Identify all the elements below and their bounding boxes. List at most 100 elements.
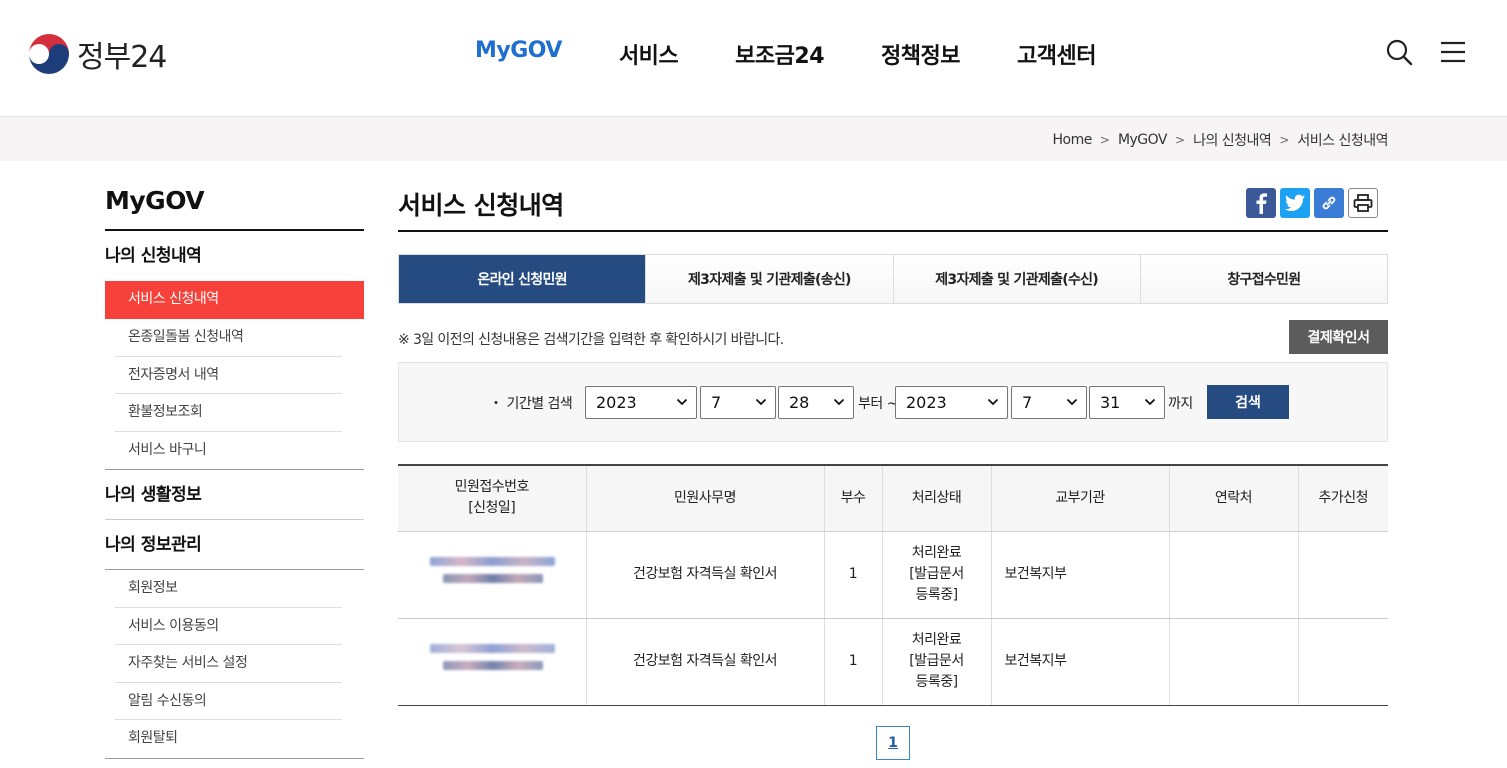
table-row: 건강보험 자격득실 확인서 1 처리완료 [발급문서 등록중] 보건복지부	[398, 618, 1388, 706]
service-name-cell[interactable]: 건강보험 자격득실 확인서	[585, 618, 824, 706]
contact-cell	[1168, 531, 1298, 619]
sidebar-title: MyGOV	[105, 186, 364, 231]
extra-application-cell	[1297, 618, 1388, 706]
breadcrumb-home[interactable]: Home	[1053, 132, 1093, 148]
main-content: 서비스 신청내역 온라인 신청민원 제3자제출 및 기관제출(송신) 제3자제출…	[398, 186, 1388, 760]
tab-online-applications[interactable]: 온라인 신청민원	[399, 255, 646, 303]
column-header-agency: 교부기관	[990, 464, 1169, 532]
from-month-select[interactable]: 7	[700, 386, 776, 419]
payment-confirmation-button[interactable]: 결제확인서	[1289, 320, 1388, 354]
sidebar-item-notification-consent[interactable]: 알림 수신동의	[105, 683, 364, 720]
to-suffix: 까지	[1168, 396, 1193, 412]
header: 정부24 MyGOV 서비스 보조금24 정책정보 고객센터	[0, 0, 1507, 116]
nav-customer-center[interactable]: 고객센터	[1017, 38, 1096, 70]
sidebar-group-life-info[interactable]: 나의 생활정보	[105, 470, 364, 520]
chevron-down-icon	[1144, 398, 1156, 406]
sidebar-item-member-info[interactable]: 회원정보	[105, 570, 364, 608]
breadcrumb-service-applications[interactable]: 서비스 신청내역	[1297, 130, 1388, 150]
from-year-select[interactable]: 2023	[585, 386, 697, 419]
sidebar-submenu-info: 회원정보 서비스 이용동의 자주찾는 서비스 설정 알림 수신동의 회원탈퇴	[105, 570, 364, 759]
chevron-down-icon	[987, 398, 999, 406]
column-header-service-name: 민원사무명	[585, 464, 824, 532]
sidebar-item-e-certificates[interactable]: 전자증명서 내역	[105, 357, 364, 394]
nav-policy-info[interactable]: 정책정보	[881, 38, 960, 70]
status-cell: 처리완료 [발급문서 등록중]	[881, 618, 991, 706]
contact-cell	[1168, 618, 1298, 706]
receipt-number-redacted	[398, 618, 586, 706]
sidebar-item-favorite-services[interactable]: 자주찾는 서비스 설정	[105, 645, 364, 683]
sidebar-submenu-applications: 서비스 신청내역 온종일돌봄 신청내역 전자증명서 내역 환불정보조회 서비스 …	[105, 281, 364, 470]
to-year-select[interactable]: 2023	[895, 386, 1008, 419]
period-notice: ※ 3일 이전의 신청내용은 검색기간을 입력한 후 확인하시기 바랍니다.	[398, 332, 784, 348]
breadcrumb-my-applications[interactable]: 나의 신청내역	[1193, 130, 1272, 150]
sidebar-item-service-consent[interactable]: 서비스 이용동의	[105, 608, 364, 645]
chevron-down-icon	[833, 398, 845, 406]
to-day-select[interactable]: 31	[1089, 386, 1165, 419]
tab-third-party-sent[interactable]: 제3자제출 및 기관제출(송신)	[645, 255, 893, 303]
sidebar-item-service-basket[interactable]: 서비스 바구니	[105, 432, 364, 470]
chevron-right-icon: >	[1175, 133, 1186, 147]
service-name-cell[interactable]: 건강보험 자격득실 확인서	[585, 531, 824, 619]
breadcrumb: Home > MyGOV > 나의 신청내역 > 서비스 신청내역	[1053, 130, 1389, 150]
table-header-row: 민원접수번호 [신청일] 민원사무명 부수 처리상태 교부기관 연락처 추가신청	[398, 464, 1388, 532]
notice-row: ※ 3일 이전의 신청내용은 검색기간을 입력한 후 확인하시기 바랍니다. 결…	[398, 320, 1388, 356]
page-title: 서비스 신청내역	[398, 191, 564, 220]
main-nav: MyGOV 서비스 보조금24 정책정보 고객센터	[475, 38, 1153, 70]
breadcrumb-bar: Home > MyGOV > 나의 신청내역 > 서비스 신청내역	[0, 116, 1507, 161]
table-row: 건강보험 자격득실 확인서 1 처리완료 [발급문서 등록중] 보건복지부	[398, 531, 1388, 619]
sidebar-group-my-applications[interactable]: 나의 신청내역	[105, 231, 364, 281]
column-header-extra-application: 추가신청	[1297, 464, 1388, 532]
chevron-right-icon: >	[1099, 133, 1110, 147]
logo[interactable]: 정부24	[27, 32, 167, 76]
period-search-label: ・ 기간별 검색	[489, 396, 573, 412]
application-tabs: 온라인 신청민원 제3자제출 및 기관제출(송신) 제3자제출 및 기관제출(수…	[398, 254, 1388, 304]
chevron-down-icon	[755, 398, 767, 406]
column-header-status: 처리상태	[881, 464, 991, 532]
header-icons	[1359, 38, 1467, 66]
share-buttons	[1242, 188, 1378, 218]
nav-mygov[interactable]: MyGOV	[475, 38, 562, 70]
taegeuk-logo-icon	[29, 34, 69, 74]
sidebar-group-info-management[interactable]: 나의 정보관리	[105, 520, 364, 570]
chevron-right-icon: >	[1279, 133, 1290, 147]
redacted-receipt-number	[427, 551, 557, 591]
chevron-down-icon	[1066, 398, 1078, 406]
sidebar-item-care-applications[interactable]: 온종일돌봄 신청내역	[105, 319, 364, 357]
receipt-number-redacted	[398, 531, 586, 619]
redacted-receipt-number	[427, 638, 557, 678]
period-search-box: ・ 기간별 검색 2023 7 28 부터 ~ 2023 7 31 까지 검색	[398, 362, 1388, 442]
menu-icon[interactable]	[1439, 38, 1467, 66]
print-icon[interactable]	[1348, 188, 1378, 218]
column-header-contact: 연락처	[1168, 464, 1298, 532]
tab-counter-applications[interactable]: 창구접수민원	[1139, 255, 1387, 303]
agency-cell: 보건복지부	[990, 531, 1169, 619]
search-icon[interactable]	[1385, 38, 1413, 66]
breadcrumb-mygov[interactable]: MyGOV	[1118, 132, 1168, 148]
link-icon[interactable]	[1314, 188, 1344, 218]
nav-subsidy24[interactable]: 보조금24	[735, 38, 824, 70]
sidebar-item-refund-info[interactable]: 환불정보조회	[105, 394, 364, 432]
extra-application-cell	[1297, 531, 1388, 619]
status-cell: 처리완료 [발급문서 등록중]	[881, 531, 991, 619]
sidebar: MyGOV 나의 신청내역 서비스 신청내역 온종일돌봄 신청내역 전자증명서 …	[105, 186, 364, 759]
copies-cell: 1	[823, 618, 882, 706]
copies-cell: 1	[823, 531, 882, 619]
chevron-down-icon	[676, 398, 688, 406]
from-day-select[interactable]: 28	[778, 386, 854, 419]
to-month-select[interactable]: 7	[1011, 386, 1087, 419]
column-header-copies: 부수	[823, 464, 882, 532]
from-suffix: 부터 ~	[858, 396, 898, 412]
twitter-icon[interactable]	[1280, 188, 1310, 218]
nav-service[interactable]: 서비스	[619, 38, 679, 70]
pagination-page-1[interactable]: 1	[876, 726, 910, 760]
sidebar-item-service-applications[interactable]: 서비스 신청내역	[105, 281, 364, 319]
page-title-row: 서비스 신청내역	[398, 186, 1388, 232]
agency-cell: 보건복지부	[990, 618, 1169, 706]
column-header-receipt-no: 민원접수번호 [신청일]	[398, 464, 586, 532]
logo-text: 정부24	[77, 40, 167, 75]
tab-third-party-received[interactable]: 제3자제출 및 기관제출(수신)	[892, 255, 1140, 303]
sidebar-item-withdraw[interactable]: 회원탈퇴	[105, 720, 364, 758]
search-button[interactable]: 검색	[1207, 385, 1289, 419]
facebook-icon[interactable]	[1246, 188, 1276, 218]
applications-table: 민원접수번호 [신청일] 민원사무명 부수 처리상태 교부기관 연락처 추가신청…	[398, 464, 1388, 706]
